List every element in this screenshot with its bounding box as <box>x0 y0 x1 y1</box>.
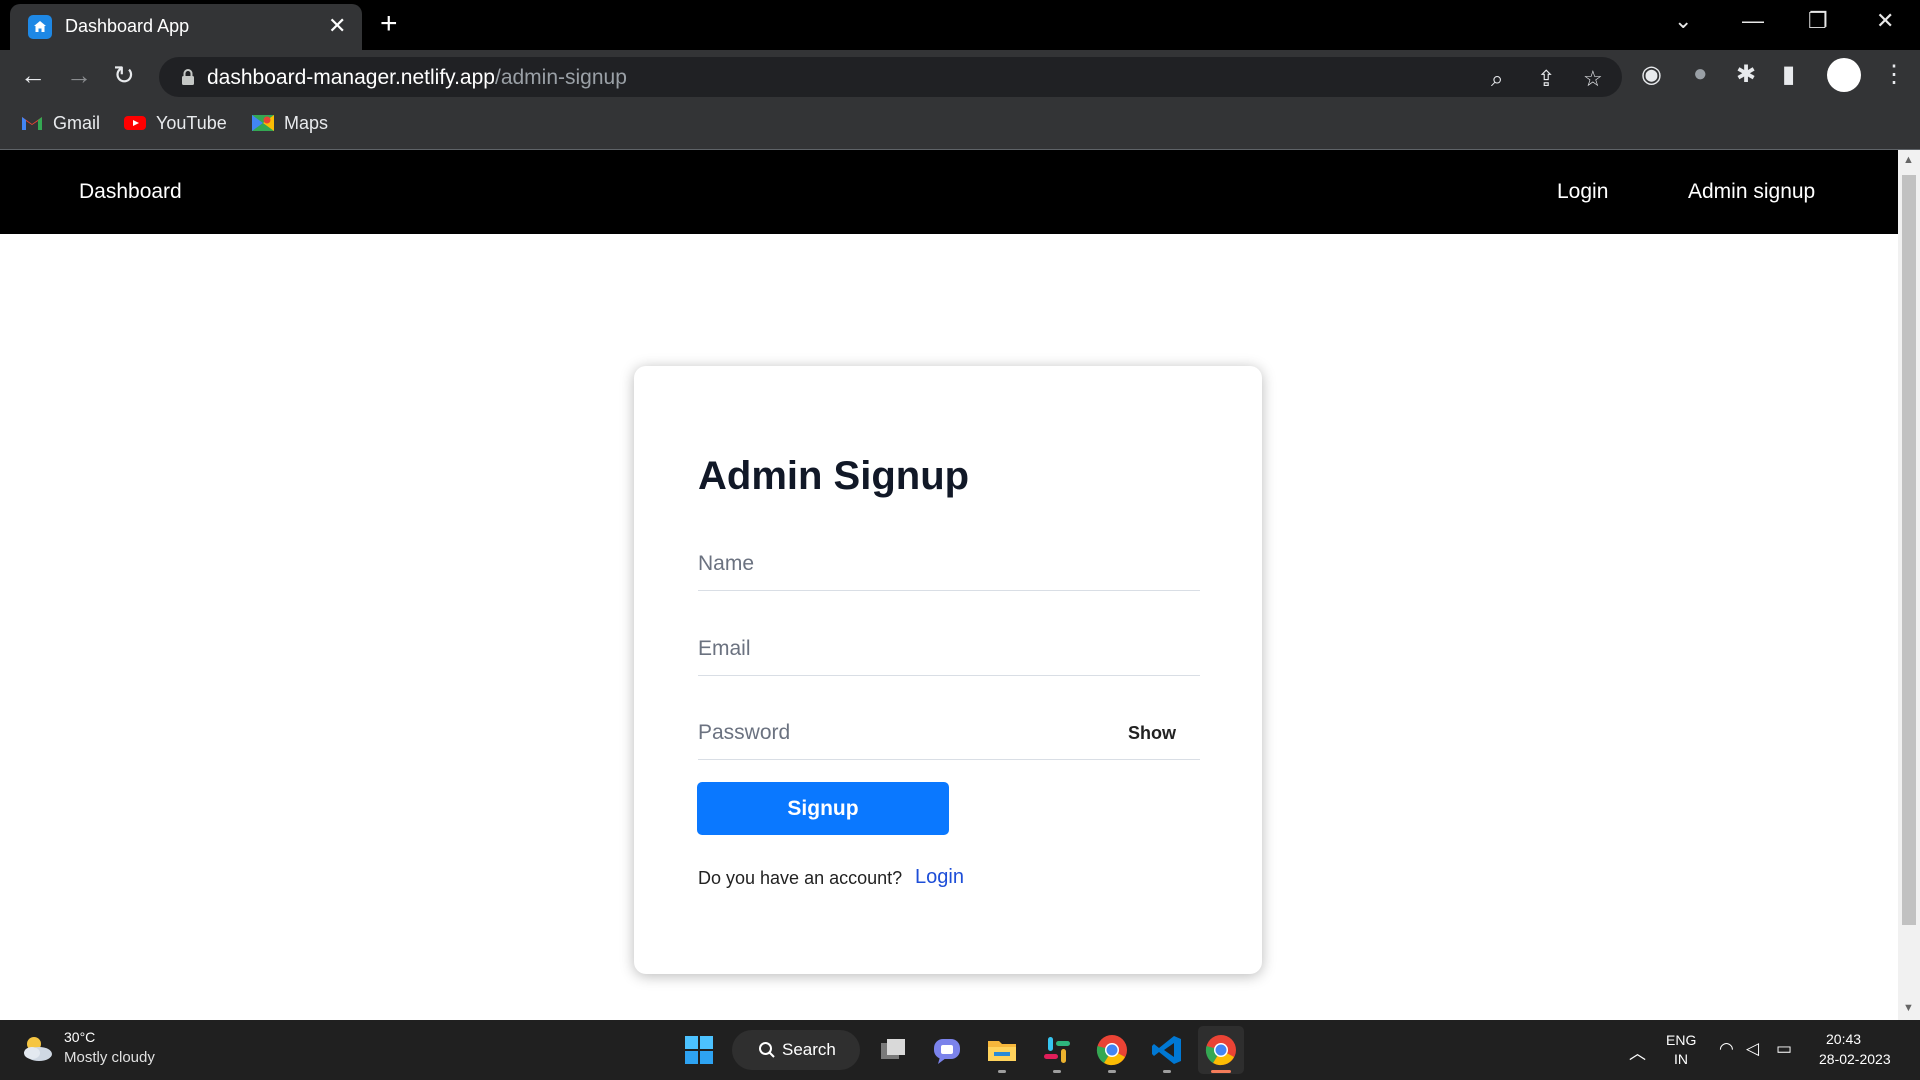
signup-button[interactable]: Signup <box>697 782 949 835</box>
extension-face-icon[interactable]: ◉ <box>1641 60 1662 89</box>
bookmark-gmail[interactable]: Gmail <box>21 113 100 134</box>
signup-card: Admin Signup Show Signup Do you have an … <box>634 366 1262 974</box>
show-password-button[interactable]: Show <box>1128 723 1176 744</box>
home-icon <box>28 15 52 39</box>
region-indicator[interactable]: IN <box>1674 1051 1688 1067</box>
bookmark-star-icon[interactable]: ☆ <box>1583 66 1603 92</box>
address-bar[interactable]: dashboard-manager.netlify.app/admin-sign… <box>159 57 1622 97</box>
form-title: Admin Signup <box>698 454 970 498</box>
minimize-icon[interactable]: — <box>1742 8 1764 34</box>
email-field-wrapper <box>698 629 1200 676</box>
volume-icon[interactable]: ◁ <box>1746 1039 1759 1059</box>
email-input[interactable] <box>698 629 1200 669</box>
account-prompt: Do you have an account? <box>698 868 903 888</box>
lock-icon <box>182 69 194 85</box>
profile-avatar[interactable] <box>1827 58 1861 92</box>
name-input[interactable] <box>698 544 1200 584</box>
bookmark-youtube[interactable]: YouTube <box>124 113 227 134</box>
reload-icon[interactable]: ↻ <box>113 61 135 89</box>
teams-chat-icon[interactable] <box>930 1033 964 1067</box>
weather-description[interactable]: Mostly cloudy <box>64 1049 155 1066</box>
slack-icon[interactable] <box>1040 1033 1074 1067</box>
file-explorer-icon[interactable] <box>985 1033 1019 1067</box>
scroll-thumb[interactable] <box>1902 175 1916 925</box>
password-input[interactable] <box>698 713 1100 753</box>
chrome-active-icon[interactable] <box>1204 1033 1238 1067</box>
chrome-icon[interactable] <box>1095 1033 1129 1067</box>
gmail-icon <box>22 117 42 130</box>
wifi-icon[interactable]: ◠ <box>1719 1039 1734 1059</box>
maps-icon <box>252 115 274 131</box>
name-field-wrapper <box>698 544 1200 591</box>
nav-link-admin-signup[interactable]: Admin signup <box>1688 180 1815 204</box>
youtube-icon <box>124 116 146 130</box>
close-tab-icon[interactable]: ✕ <box>328 13 346 39</box>
language-indicator[interactable]: ENG <box>1666 1032 1696 1048</box>
password-field-wrapper: Show <box>698 713 1200 760</box>
extension-idle-icon[interactable]: ● <box>1693 60 1708 88</box>
navbar-brand[interactable]: Dashboard <box>79 180 182 204</box>
weather-temperature[interactable]: 30°C <box>64 1029 95 1045</box>
clock-time[interactable]: 20:43 <box>1826 1031 1861 1047</box>
tab-title: Dashboard App <box>65 16 190 36</box>
browser-tab[interactable]: Dashboard App ✕ <box>10 4 362 50</box>
vscode-icon[interactable] <box>1150 1033 1184 1067</box>
slack-running-indicator <box>1053 1070 1061 1073</box>
search-icon <box>759 1042 775 1058</box>
browser-tab-strip: Dashboard App ✕ + ⌄ — ❐ ✕ <box>0 0 1920 50</box>
scroll-up-icon[interactable]: ▲ <box>1903 154 1914 166</box>
bookmark-maps[interactable]: Maps <box>252 113 328 134</box>
explorer-running-indicator <box>998 1070 1006 1073</box>
forward-icon[interactable]: → <box>66 61 92 89</box>
share-icon[interactable]: ⇪ <box>1537 66 1555 92</box>
chevron-up-icon[interactable]: ︿ <box>1629 1039 1646 1064</box>
battery-icon[interactable]: ▭ <box>1776 1039 1792 1059</box>
tab-search-icon[interactable]: ⌄ <box>1674 8 1692 34</box>
windows-start-icon[interactable] <box>682 1033 716 1067</box>
vscode-running-indicator <box>1163 1070 1171 1073</box>
site-navbar: Dashboard Login Admin signup <box>0 150 1898 234</box>
restore-icon[interactable]: ❐ <box>1808 8 1828 34</box>
cloudy-weather-icon[interactable] <box>20 1032 54 1066</box>
bookmarks-bar: Gmail YouTube Maps <box>0 101 1920 150</box>
nav-link-login[interactable]: Login <box>1557 180 1608 204</box>
new-tab-button[interactable]: + <box>380 9 398 39</box>
browser-toolbar: ← → ↻ dashboard-manager.netlify.app/admi… <box>0 50 1920 101</box>
zoom-icon[interactable]: ⌕ <box>1491 66 1503 92</box>
puzzle-extensions-icon[interactable]: ✱ <box>1736 60 1756 89</box>
chrome-active-indicator <box>1211 1070 1231 1073</box>
menu-kebab-icon[interactable]: ⋮ <box>1882 60 1906 89</box>
chrome-running-indicator <box>1108 1070 1116 1073</box>
taskbar-search[interactable]: Search <box>732 1030 860 1070</box>
windows-taskbar: 30°C Mostly cloudy Search ︿ ENG IN ◠ ◁ ▭… <box>0 1020 1920 1080</box>
task-view-icon[interactable] <box>876 1033 910 1067</box>
url-text: dashboard-manager.netlify.app/admin-sign… <box>207 66 627 89</box>
login-link[interactable]: Login <box>915 866 964 889</box>
page-scrollbar[interactable]: ▲ ▼ <box>1898 150 1920 1020</box>
scroll-down-icon[interactable]: ▼ <box>1903 1002 1914 1014</box>
page-viewport: Dashboard Login Admin signup Admin Signu… <box>0 150 1898 1020</box>
clock-date[interactable]: 28-02-2023 <box>1819 1051 1891 1067</box>
taskbar-search-label: Search <box>782 1040 836 1059</box>
back-icon[interactable]: ← <box>20 61 46 89</box>
close-window-icon[interactable]: ✕ <box>1876 8 1894 34</box>
side-panel-icon[interactable]: ▮ <box>1782 60 1795 89</box>
